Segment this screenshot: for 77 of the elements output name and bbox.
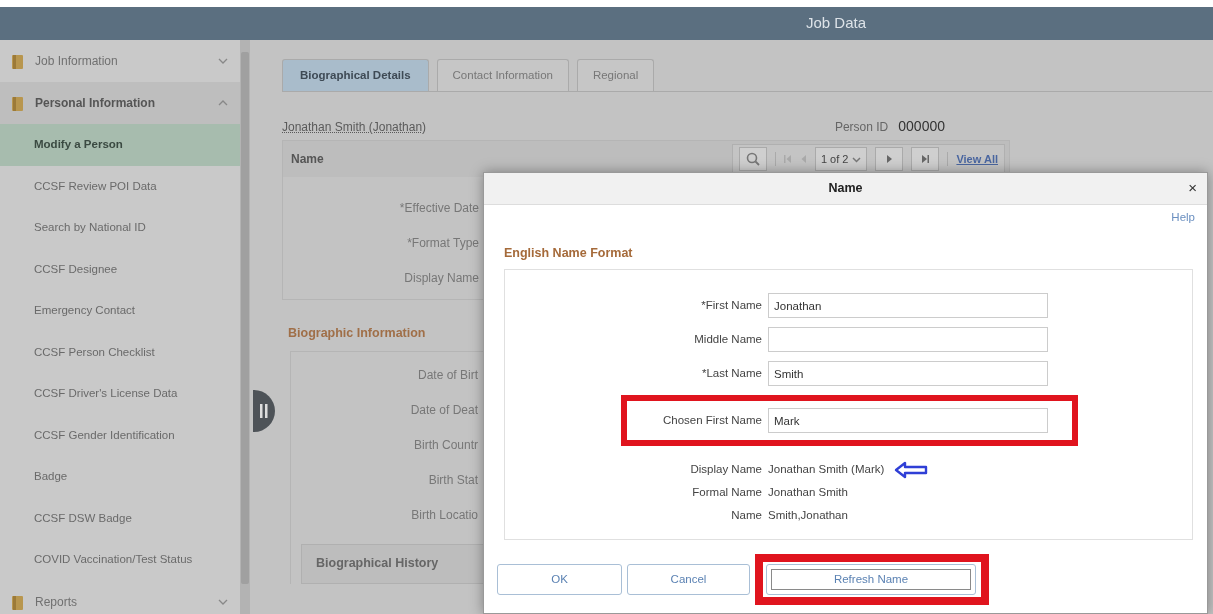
field-value: Jonathan Smith (Mark) [768, 461, 885, 477]
chevron-up-icon [218, 99, 228, 107]
field-label: *Last Name [700, 365, 762, 381]
sidebar-group[interactable]: Job Information [0, 40, 240, 82]
field-label: Name [730, 507, 762, 523]
sidebar-item[interactable]: CCSF Review POI Data [0, 165, 240, 207]
sidebar-item[interactable]: CCSF Gender Identification [0, 414, 240, 456]
page-position: 1 of 2 [820, 151, 849, 167]
field-label: Display Name [403, 270, 479, 287]
person-id-value: 000000 [898, 117, 945, 136]
last-button[interactable] [911, 147, 940, 171]
panel-title: Name [291, 151, 324, 168]
previous-icon [799, 154, 807, 164]
field-value: Jonathan Smith [768, 484, 848, 500]
sidebar-item[interactable]: Modify a Person [0, 124, 240, 166]
text-field[interactable]: Mark [768, 408, 1048, 433]
collapse-handle[interactable] [253, 390, 275, 432]
field-label: Middle Name [693, 331, 762, 347]
tab[interactable]: Contact Information [436, 59, 569, 91]
field-label: Birth Countr [412, 436, 478, 454]
section-heading: English Name Format [504, 245, 634, 263]
sidebar-item[interactable]: CCSF Driver's License Data [0, 373, 240, 415]
page-dropdown[interactable]: 1 of 2 [814, 147, 868, 171]
chevron-down-icon [218, 57, 228, 65]
scrollbar[interactable] [240, 40, 250, 614]
search-icon [745, 152, 760, 166]
field-label: Birth Locatio [410, 506, 478, 524]
search-button[interactable] [738, 147, 767, 171]
field-label: *First Name [700, 297, 762, 313]
sidebar-group[interactable]: Personal Information [0, 82, 240, 124]
view-all-link[interactable]: View All [956, 150, 998, 168]
field-label: Birth Stat [427, 471, 478, 489]
field-value: Smith,Jonathan [768, 507, 848, 523]
next-icon [885, 154, 893, 164]
text-field[interactable]: Jonathan [768, 293, 1048, 318]
field-label: *Effective Date [398, 200, 479, 217]
dialog-button[interactable]: Refresh Name [766, 564, 976, 595]
first-page-icon [783, 154, 792, 164]
folder-icon [12, 95, 23, 111]
tab[interactable]: Regional [576, 59, 655, 91]
person-id-label: Person ID [834, 118, 889, 136]
sidebar-item[interactable]: CCSF Designee [0, 248, 240, 290]
field-label: Formal Name [691, 484, 762, 500]
group-label: Personal Information [35, 95, 157, 112]
sidebar-item[interactable]: Search by National ID [0, 207, 240, 249]
sidebar-item[interactable]: Badge [0, 456, 240, 498]
tab[interactable]: Biographical Details [282, 59, 429, 91]
field-label: Date of Birt [416, 366, 478, 384]
folder-icon [12, 53, 23, 69]
text-field[interactable] [768, 327, 1048, 352]
field-label: *Format Type [406, 235, 479, 252]
field-label: Chosen First Name [661, 412, 762, 428]
sidebar-item[interactable]: CCSF DSW Badge [0, 497, 240, 539]
person-name-link[interactable]: Jonathan Smith (Jonathan) [282, 117, 427, 136]
group-label: Job Information [35, 53, 119, 70]
field-label: Date of Deat [409, 401, 478, 419]
text-field[interactable]: Smith [768, 361, 1048, 386]
folder-icon [12, 593, 23, 610]
last-page-icon [921, 154, 930, 164]
group-label: Reports [35, 593, 79, 611]
dialog-title: Name [828, 180, 863, 198]
sidebar-item[interactable]: Emergency Contact [0, 290, 240, 332]
chevron-down-icon [218, 597, 228, 606]
page-title: Job Data [806, 13, 867, 34]
sidebar-group[interactable]: Reports [0, 580, 240, 614]
dialog-button[interactable]: Cancel [627, 564, 750, 595]
panel-title: Biographical History [316, 555, 439, 573]
caret-icon [852, 155, 862, 163]
next-button[interactable] [875, 147, 904, 171]
close-button[interactable]: × [1186, 179, 1199, 197]
help-link[interactable]: Help [1171, 209, 1195, 227]
pause-icon [260, 404, 268, 418]
section-heading: Biographic Information [288, 325, 426, 342]
sidebar-item[interactable]: CCSF Person Checklist [0, 331, 240, 373]
dialog-button[interactable]: OK [497, 564, 622, 595]
field-label: Display Name [689, 461, 762, 477]
sidebar-item[interactable]: COVID Vaccination/Test Status [0, 539, 240, 581]
